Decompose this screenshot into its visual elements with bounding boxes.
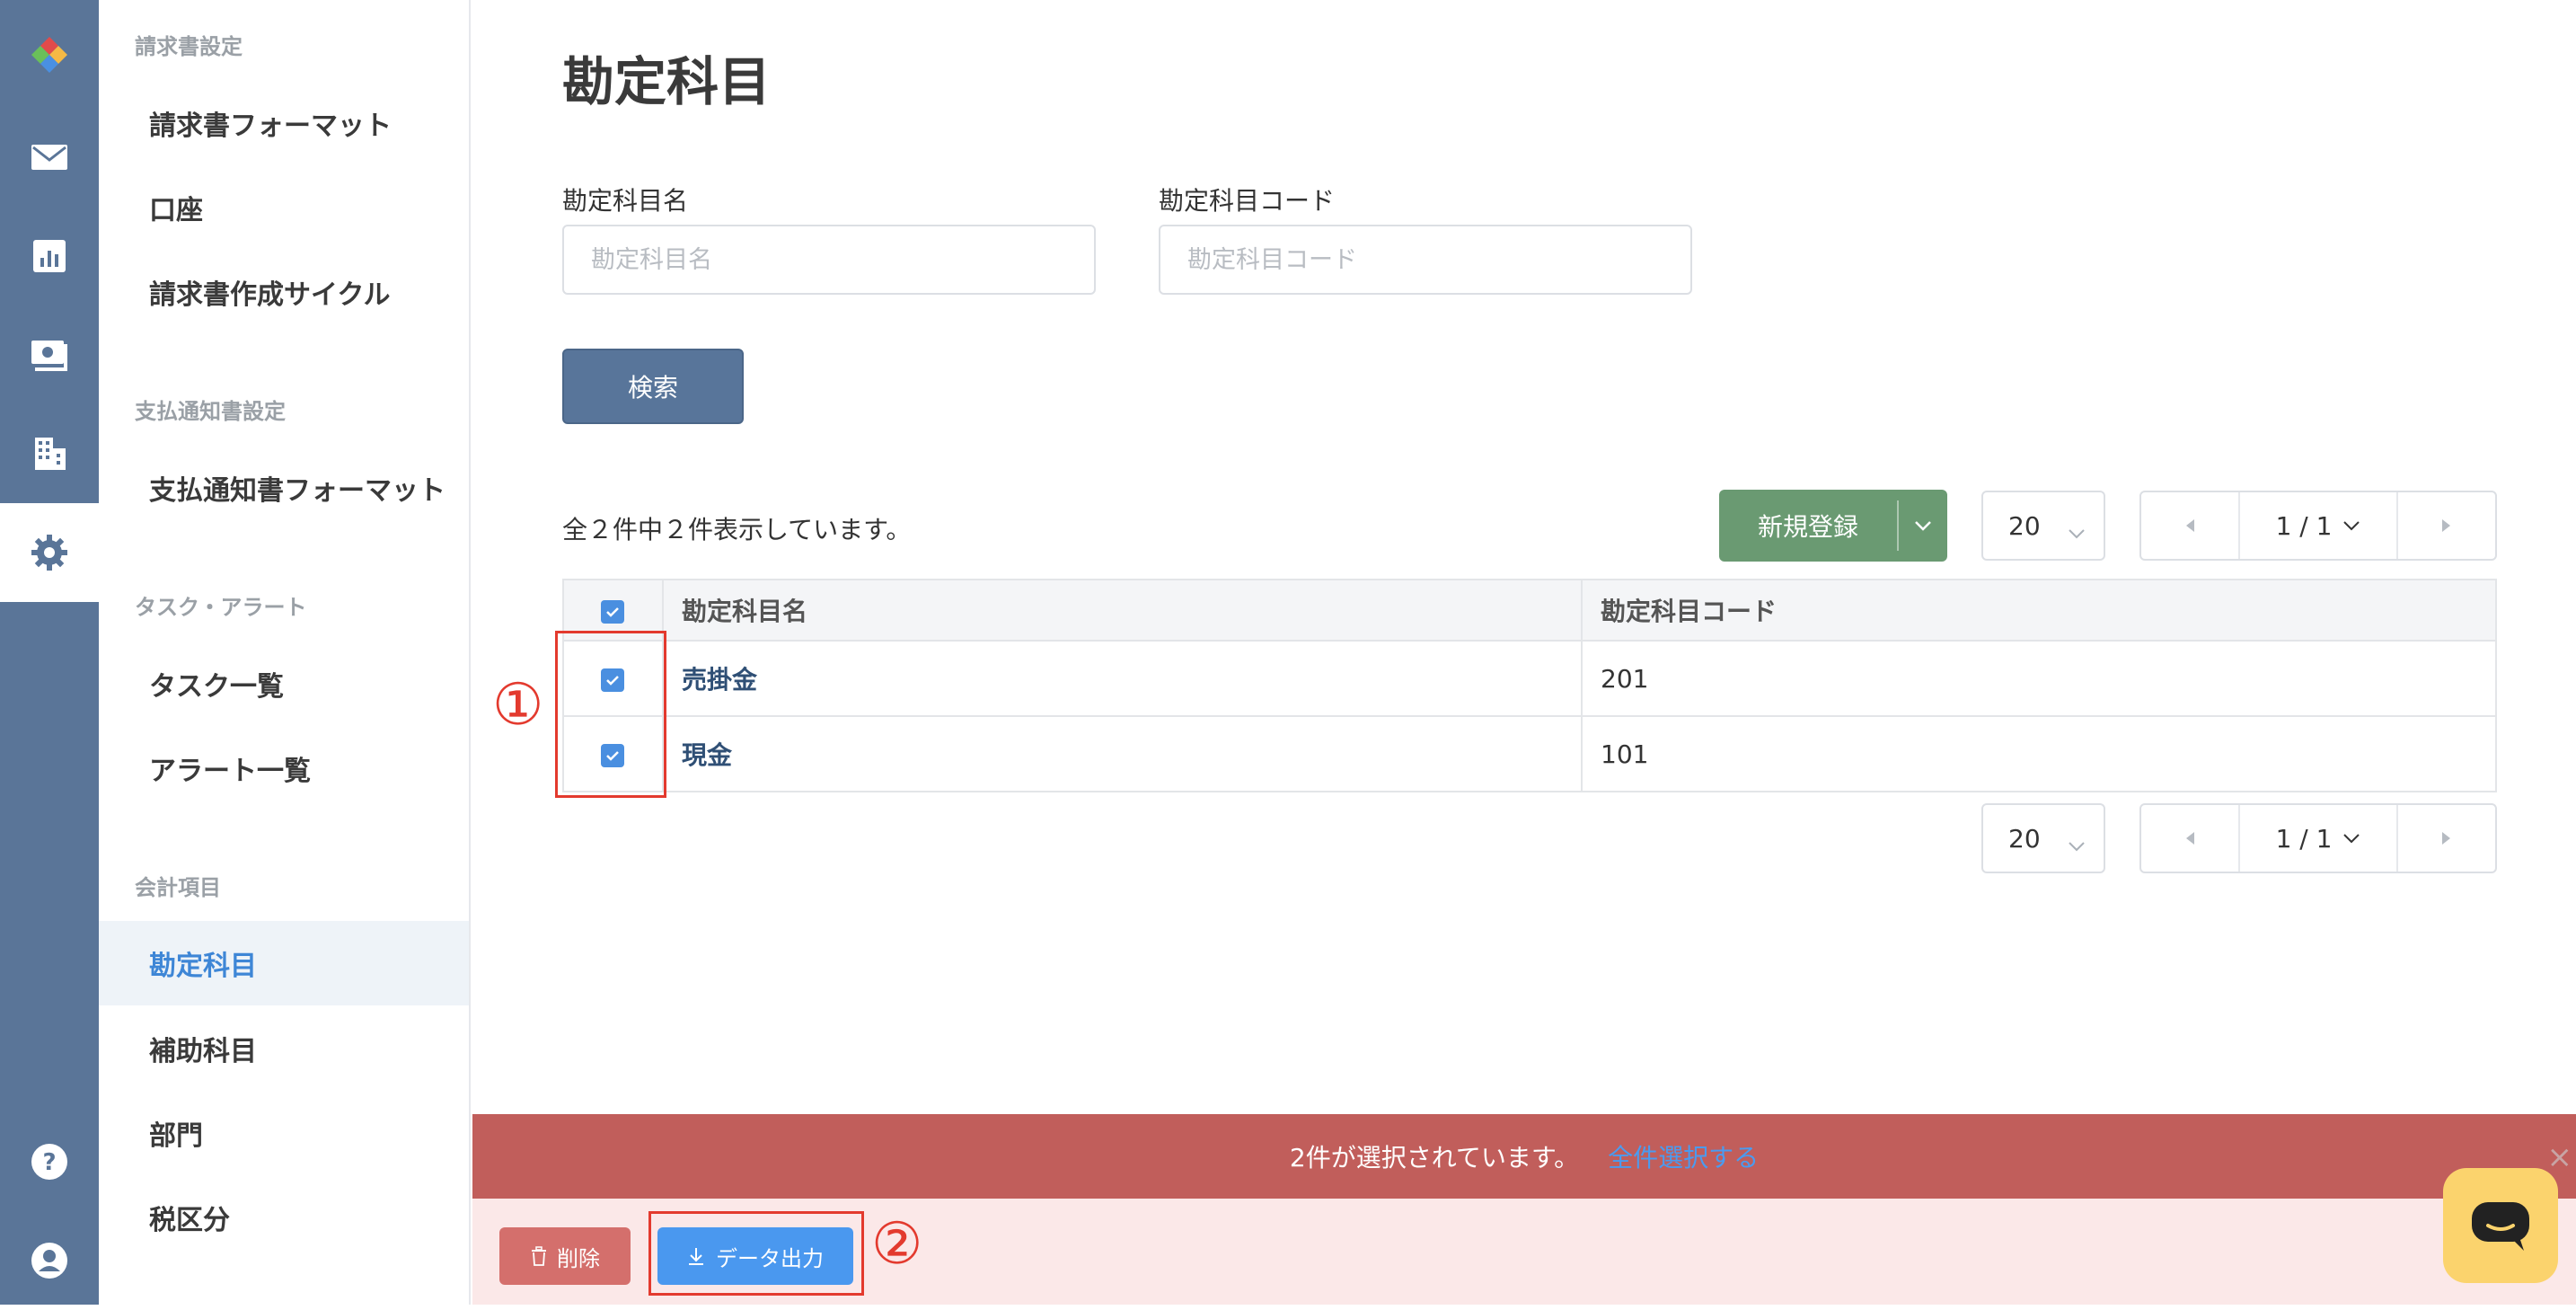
mail-icon[interactable]	[0, 108, 99, 207]
page-indicator: 1 / 1	[2275, 823, 2333, 854]
table-header-row: 勘定科目名 勘定科目コード	[562, 579, 2497, 642]
chart-icon[interactable]	[0, 207, 99, 305]
account-name-link[interactable]: 売掛金	[682, 665, 757, 695]
chat-widget[interactable]	[2443, 1168, 2558, 1283]
section-title-tasks: タスク・アラート	[135, 595, 307, 620]
action-bar: 削除 データ出力 ②	[472, 1199, 2576, 1305]
per-page-select-bottom[interactable]: 20	[1981, 803, 2105, 873]
column-header-code[interactable]: 勘定科目コード	[1581, 579, 2497, 642]
next-page-icon[interactable]	[2398, 805, 2495, 872]
page-select[interactable]: 1 / 1	[2238, 492, 2398, 559]
selection-count-text: 2件が選択されています。	[1289, 1143, 1580, 1173]
svg-text:?: ?	[42, 1149, 56, 1176]
table-row: 売掛金 201	[562, 640, 2497, 717]
trash-icon	[532, 1246, 546, 1266]
delete-button[interactable]: 削除	[499, 1227, 631, 1285]
help-icon[interactable]: ?	[0, 1112, 99, 1211]
column-header-name[interactable]: 勘定科目名	[662, 579, 1583, 642]
new-register-label: 新規登録	[1757, 512, 1858, 542]
next-page-icon[interactable]	[2398, 492, 2495, 559]
sidebar-item-alert-list[interactable]: アラート一覧	[99, 726, 469, 810]
settings-sidebar: 請求書設定 請求書フォーマット 口座 請求書作成サイクル 支払通知書設定 支払通…	[99, 0, 471, 1305]
close-icon[interactable]: ×	[2547, 1139, 2573, 1175]
page-indicator: 1 / 1	[2275, 510, 2333, 541]
new-register-button[interactable]: 新規登録	[1719, 490, 1947, 562]
icon-rail: ?	[0, 0, 99, 1305]
sidebar-item-payment-format[interactable]: 支払通知書フォーマット	[99, 446, 469, 530]
chevron-down-icon[interactable]	[1899, 520, 1947, 531]
sidebar-item-task-list[interactable]: タスク一覧	[99, 642, 469, 726]
selection-bar: 2件が選択されています。 全件選択する ×	[472, 1114, 2576, 1199]
chat-icon	[2472, 1202, 2529, 1251]
section-title-accounting: 会計項目	[135, 875, 221, 900]
sidebar-item-account[interactable]: 口座	[99, 165, 469, 250]
chevron-down-icon	[2068, 828, 2086, 858]
sidebar-item-departments[interactable]: 部門	[99, 1091, 469, 1175]
section-title-payment: 支払通知書設定	[135, 399, 286, 424]
account-name-cell[interactable]: 売掛金	[662, 640, 1583, 717]
annotation-box-export	[648, 1211, 864, 1296]
page-title: 勘定科目	[562, 51, 772, 112]
main-content: 勘定科目 勘定科目名 勘定科目コード 検索 全２件中２件表示しています。 新規登…	[472, 0, 2576, 1114]
result-count: 全２件中２件表示しています。	[562, 515, 912, 544]
annotation-number-two: ②	[871, 1211, 923, 1278]
sidebar-item-invoice-cycle[interactable]: 請求書作成サイクル	[99, 250, 469, 334]
account-code-cell: 201	[1581, 640, 2497, 717]
prev-page-icon[interactable]	[2141, 805, 2238, 872]
prev-page-icon[interactable]	[2141, 492, 2238, 559]
delete-label: 削除	[557, 1245, 600, 1271]
name-filter-input[interactable]	[562, 225, 1096, 295]
chevron-down-icon	[2343, 521, 2360, 531]
select-all-link[interactable]: 全件選択する	[1608, 1138, 1759, 1174]
pagination-bottom: 1 / 1	[2139, 803, 2497, 873]
annotation-number-one: ①	[492, 672, 544, 739]
per-page-value: 20	[2008, 510, 2041, 541]
pagination-top: 1 / 1	[2139, 491, 2497, 561]
account-code-cell: 101	[1581, 715, 2497, 792]
name-filter-label: 勘定科目名	[562, 186, 689, 216]
account-name-cell[interactable]: 現金	[662, 715, 1583, 792]
select-all-checkbox[interactable]	[601, 599, 624, 624]
page-select[interactable]: 1 / 1	[2238, 805, 2398, 872]
sidebar-item-tax-categories[interactable]: 税区分	[99, 1175, 469, 1260]
gear-icon[interactable]	[0, 503, 99, 602]
per-page-select-top[interactable]: 20	[1981, 491, 2105, 561]
sidebar-item-invoice-format[interactable]: 請求書フォーマット	[99, 81, 469, 165]
sidebar-item-sub-accounts[interactable]: 補助科目	[99, 1006, 469, 1091]
building-icon[interactable]	[0, 404, 99, 503]
section-title-invoice: 請求書設定	[135, 34, 243, 59]
payment-icon[interactable]	[0, 305, 99, 404]
code-filter-label: 勘定科目コード	[1159, 186, 1336, 216]
sidebar-item-account-titles[interactable]: 勘定科目	[99, 921, 469, 1005]
account-name-link[interactable]: 現金	[682, 740, 732, 770]
code-filter-input[interactable]	[1159, 225, 1692, 295]
per-page-value: 20	[2008, 823, 2041, 854]
account-table: 勘定科目名 勘定科目コード 売掛金 201 現金 101	[562, 579, 2497, 792]
logo-icon[interactable]	[0, 4, 99, 102]
chevron-down-icon	[2343, 834, 2360, 844]
annotation-box-checkboxes	[555, 631, 666, 798]
chevron-down-icon	[2068, 516, 2086, 545]
table-row: 現金 101	[562, 715, 2497, 792]
user-icon[interactable]	[0, 1211, 99, 1310]
search-button[interactable]: 検索	[562, 349, 744, 424]
